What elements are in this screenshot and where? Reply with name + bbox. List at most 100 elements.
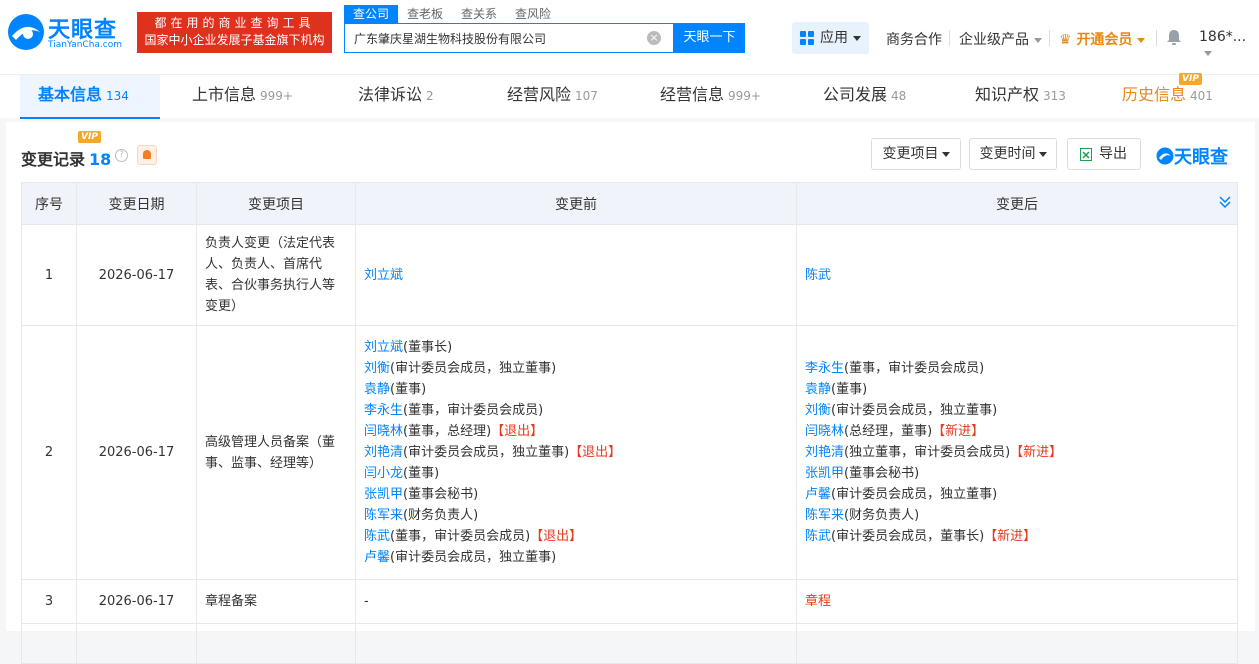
person-role: (董事会秘书) (403, 487, 479, 502)
cell-item: 章程备案 (196, 579, 356, 624)
chevron-down-icon (941, 151, 950, 157)
person-role: (审计委员会成员，独立董事) (403, 445, 570, 460)
person-link[interactable]: 刘立斌 (364, 268, 403, 283)
person-link[interactable]: 刘艳清 (364, 445, 403, 460)
tab-operating-info[interactable]: 经营信息 999+ (660, 75, 761, 119)
logo-eye-icon (1156, 147, 1174, 165)
person-link[interactable]: 张凯甲 (805, 466, 844, 481)
search-tab-risk[interactable]: 查风险 (506, 5, 560, 23)
cell-item: 负责人变更（法定代表人、负责人、首席代表、合伙事务执行人等变更） (196, 224, 356, 326)
person-link[interactable]: 刘立斌 (364, 340, 403, 355)
tab-development[interactable]: 公司发展 48 (823, 75, 906, 119)
person-link[interactable]: 陈军来 (364, 508, 403, 523)
person-link[interactable]: 闫晓林 (805, 424, 844, 439)
tab-count: 107 (575, 89, 598, 103)
cell-before: 刘立斌 (355, 224, 797, 326)
cell-before: - (355, 579, 797, 624)
tab-label: 知识产权 (975, 85, 1040, 104)
section-title-text: 变更记录 (21, 150, 86, 169)
exit-tag: 【退出】 (491, 424, 544, 439)
person-entry: 陈武(董事，审计委员会成员)【退出】 (364, 526, 788, 547)
tab-basic-info[interactable]: 基本信息 134 (20, 75, 160, 119)
person-link[interactable]: 刘衡 (805, 403, 831, 418)
banner-line-1: 都在用的商业查询工具 (154, 16, 315, 30)
search-box: × (344, 23, 674, 53)
nav-business[interactable]: 商务合作 (886, 29, 942, 49)
person-entry: 张凯甲(董事会秘书) (364, 484, 788, 505)
person-link[interactable]: 陈武 (805, 529, 831, 544)
person-link[interactable]: 闫小龙 (364, 466, 403, 481)
nav-enterprise-label: 企业级产品 (959, 32, 1029, 48)
person-role: (审计委员会成员，独立董事) (831, 487, 998, 502)
promo-banner[interactable]: 都在用的商业查询工具 国家中小企业发展子基金旗下机构 (137, 12, 332, 53)
filter-change-time[interactable]: 变更时间 (969, 138, 1057, 170)
cell-after: 李永生(董事，审计委员会成员) 袁静(董事) 刘衡(审计委员会成员，独立董事) … (796, 325, 1238, 580)
person-link[interactable]: 陈军来 (805, 508, 844, 523)
excel-icon (1080, 148, 1092, 161)
divider (1049, 30, 1050, 46)
apps-button[interactable]: 应用 (792, 22, 869, 54)
chevron-down-icon (1038, 151, 1047, 157)
tab-label: 上市信息 (192, 85, 257, 104)
person-entry: 陈军来(财务负责人) (364, 505, 788, 526)
person-role: (财务负责人) (403, 508, 479, 523)
tab-listing-info[interactable]: 上市信息 999+ (192, 75, 293, 119)
person-link[interactable]: 刘艳清 (805, 445, 844, 460)
search-input[interactable] (345, 24, 635, 52)
divider (949, 30, 950, 46)
col-header-no: 序号 (21, 182, 77, 225)
user-label: 186*... (1199, 29, 1247, 45)
brand-text: 天眼查 (1174, 147, 1228, 168)
person-entry: 闫晓林(董事，总经理)【退出】 (364, 421, 788, 442)
user-menu[interactable]: 186*... (1199, 29, 1259, 61)
change-records-table: 序号 变更日期 变更项目 变更前 变更后 1 2026-06-17 负责人变更（… (21, 182, 1238, 664)
person-role: (董事，审计委员会成员) (390, 529, 531, 544)
record-count: 18 (89, 150, 112, 169)
bell-alert-icon[interactable] (137, 145, 157, 165)
help-icon[interactable]: ? (115, 149, 128, 162)
col-header-before: 变更前 (355, 182, 797, 225)
person-link[interactable]: 李永生 (805, 361, 844, 376)
charter-link[interactable]: 章程 (805, 594, 831, 609)
cell-no: 3 (21, 579, 77, 624)
search-tab-boss[interactable]: 查老板 (398, 5, 452, 23)
search-tab-company[interactable]: 查公司 (344, 5, 399, 23)
person-link[interactable]: 李永生 (364, 403, 403, 418)
new-tag: 【新进】 (984, 529, 1037, 544)
person-entry: 张凯甲(董事会秘书) (805, 463, 1229, 484)
bell-icon[interactable] (1166, 29, 1182, 46)
nav-enterprise[interactable]: 企业级产品 (959, 29, 1042, 49)
col-header-after: 变更后 (796, 182, 1238, 225)
person-role: (审计委员会成员，董事长) (831, 529, 985, 544)
col-header-item: 变更项目 (196, 182, 356, 225)
search-tab-relation[interactable]: 查关系 (452, 5, 506, 23)
person-link[interactable]: 陈武 (805, 268, 831, 283)
cell-date: 2026-06-17 (76, 579, 197, 624)
person-link[interactable]: 袁静 (805, 382, 831, 397)
person-link[interactable]: 陈武 (364, 529, 390, 544)
cell-date: 2026-06-17 (76, 224, 197, 326)
person-entry: 袁静(董事) (805, 379, 1229, 400)
tab-count: 2 (426, 89, 434, 103)
tab-ip[interactable]: 知识产权 313 (975, 75, 1066, 119)
logo[interactable]: 天眼查 TianYanCha.com (6, 12, 132, 54)
person-link[interactable]: 卢馨 (805, 487, 831, 502)
export-button[interactable]: 导出 (1067, 138, 1141, 170)
filter-change-item[interactable]: 变更项目 (871, 138, 961, 170)
tab-lawsuits[interactable]: 法律诉讼 2 (358, 75, 434, 119)
tab-operating-risk[interactable]: 经营风险 107 (507, 75, 598, 119)
person-link[interactable]: 闫晓林 (364, 424, 403, 439)
person-entry: 刘衡(审计委员会成员，独立董事) (805, 400, 1229, 421)
chevron-down-icon (1204, 50, 1212, 56)
person-link[interactable]: 张凯甲 (364, 487, 403, 502)
section-tabs: 基本信息 134 上市信息 999+ 法律诉讼 2 经营风险 107 经营信息 999+ … (0, 73, 1259, 119)
person-role: (董事，审计委员会成员) (403, 403, 544, 418)
double-chevron-down-icon[interactable] (1219, 195, 1231, 209)
person-link[interactable]: 刘衡 (364, 361, 390, 376)
nav-vip[interactable]: ♛ 开通会员 (1059, 29, 1146, 49)
search-button[interactable]: 天眼一下 (674, 23, 745, 53)
person-link[interactable]: 袁静 (364, 382, 390, 397)
tab-count: 999+ (728, 89, 761, 103)
person-link[interactable]: 卢馨 (364, 550, 390, 565)
clear-icon[interactable]: × (647, 31, 661, 45)
